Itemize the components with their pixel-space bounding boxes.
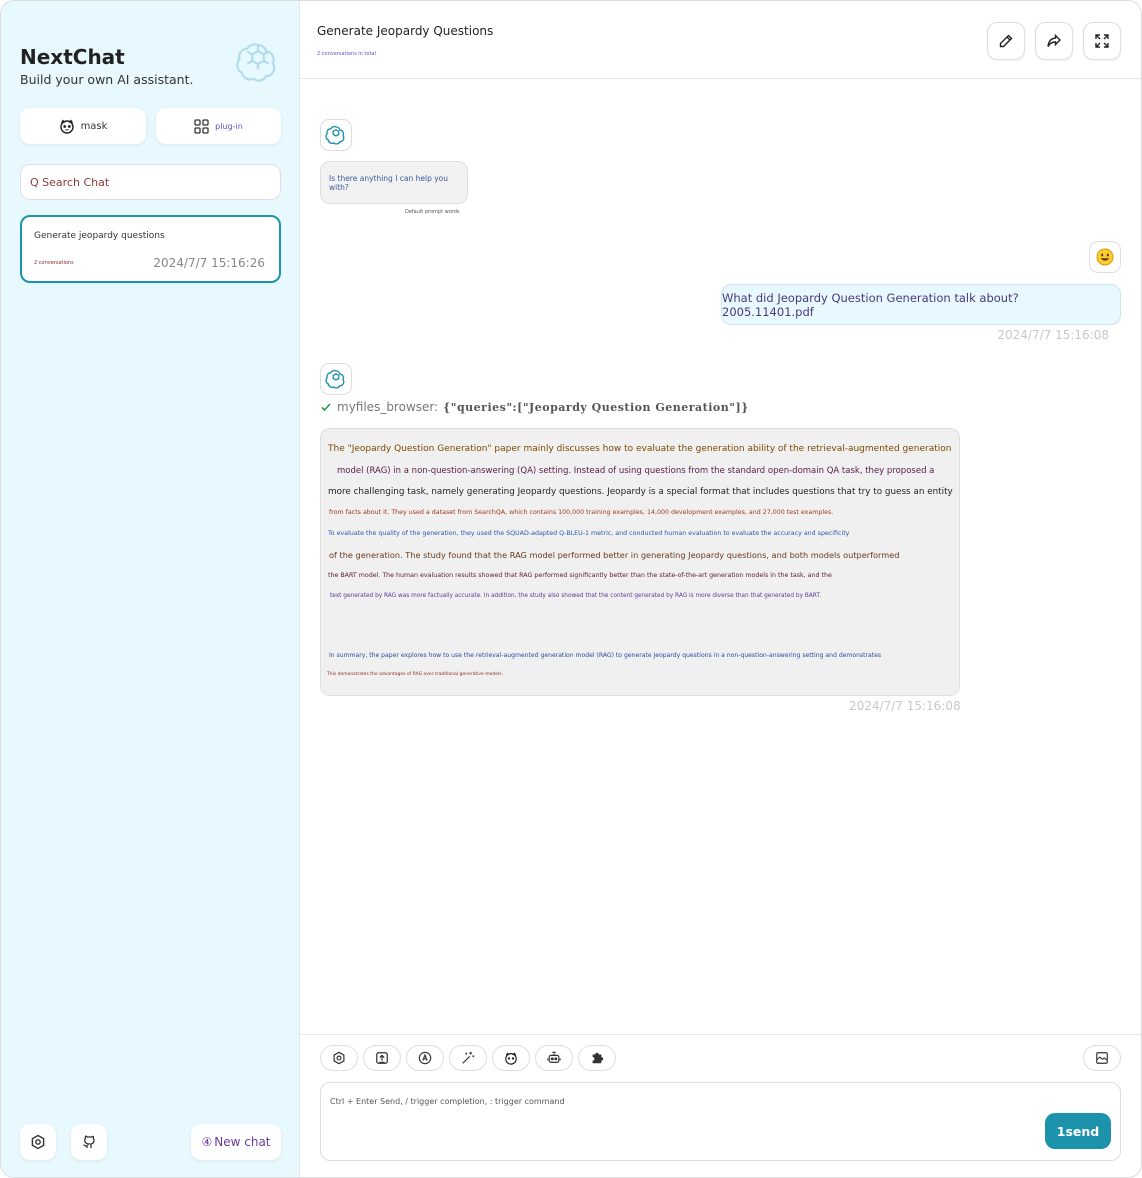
share-button[interactable] (1035, 22, 1073, 60)
bot-message: The "Jeopardy Question Generation" paper… (320, 428, 960, 696)
share-icon (1046, 33, 1062, 49)
settings-button[interactable] (20, 1124, 56, 1160)
tool-query: {"queries":["Jeopardy Question Generatio… (443, 400, 749, 414)
bot-message-line: of the generation. The study found that … (329, 550, 900, 560)
input-area: Ctrl + Enter Send, / trigger completion,… (300, 1034, 1141, 1177)
new-chat-button[interactable]: ④ New chat (191, 1124, 281, 1160)
mask-tool-button[interactable] (492, 1045, 530, 1071)
image-icon (1095, 1051, 1109, 1065)
sidebar: NextChat Build your own AI assistant. ma… (1, 1, 300, 1177)
puzzle-icon (590, 1051, 604, 1065)
chat-item-title: Generate jeopardy questions (34, 231, 165, 241)
bot-message-line: the BART model. The human evaluation res… (328, 572, 832, 579)
send-button[interactable]: 1send (1045, 1113, 1111, 1149)
robot-icon (547, 1051, 561, 1065)
upload-icon (375, 1051, 389, 1065)
settings-icon (30, 1134, 46, 1150)
bot-avatar (320, 363, 352, 395)
bot-message-line: text generated by RAG was more factually… (330, 593, 822, 599)
brand-subtitle: Build your own AI assistant. (20, 72, 194, 87)
bot-message-date: 2024/7/7 15:16:08 (849, 699, 961, 713)
theme-tool-button[interactable] (406, 1045, 444, 1071)
edit-button[interactable] (987, 22, 1025, 60)
plugin-tool-button[interactable] (578, 1045, 616, 1071)
bot-message-line: In summary, the paper explores how to us… (329, 652, 882, 659)
chat-list-item[interactable]: Generate jeopardy questions 2 conversati… (20, 215, 281, 283)
system-message-note: Default prompt words (405, 209, 460, 215)
smiley-icon (1095, 247, 1115, 267)
plugin-button[interactable]: plug-in (156, 108, 281, 144)
message-input[interactable]: Ctrl + Enter Send, / trigger completion,… (320, 1082, 1121, 1161)
user-message-date: 2024/7/7 15:16:08 (997, 328, 1109, 342)
settings-tool-button[interactable] (320, 1045, 358, 1071)
edit-icon (998, 33, 1014, 49)
text-icon (418, 1051, 432, 1065)
bot-message-line: model (RAG) in a non-question-answering … (337, 466, 935, 476)
prompt-tool-button[interactable] (449, 1045, 487, 1071)
chat-subtitle: 2 conversations in total (317, 51, 376, 57)
chat-item-date: 2024/7/7 15:16:26 (153, 256, 265, 270)
fullscreen-icon (1094, 33, 1110, 49)
user-message: What did Jeopardy Question Generation ta… (721, 284, 1121, 325)
chat-panel: Generate Jeopardy Questions 2 conversati… (300, 1, 1141, 1177)
openai-logo-icon (325, 368, 347, 390)
upload-tool-button[interactable] (363, 1045, 401, 1071)
bot-avatar (320, 119, 352, 151)
fullscreen-button[interactable] (1083, 22, 1121, 60)
brand-title: NextChat (20, 45, 125, 69)
tool-call: myfiles_browser: {"queries":["Jeopardy Q… (320, 400, 749, 414)
plugin-label: plug-in (215, 121, 243, 131)
chat-header: Generate Jeopardy Questions 2 conversati… (300, 1, 1141, 79)
chat-item-count: 2 conversations (34, 260, 74, 266)
system-message: Is there anything I can help you with? (320, 161, 468, 204)
tool-name: myfiles_browser: (337, 400, 439, 414)
magic-wand-icon (461, 1051, 475, 1065)
app-window: NextChat Build your own AI assistant. ma… (0, 0, 1142, 1178)
plugin-grid-icon (194, 118, 209, 134)
search-input[interactable]: Q Search Chat (20, 164, 281, 200)
bot-message-line: more challenging task, namely generating… (328, 487, 953, 497)
user-avatar (1089, 241, 1121, 273)
mask-button[interactable]: mask (20, 108, 146, 144)
mask-icon (59, 118, 75, 134)
image-tool-button[interactable] (1083, 1045, 1121, 1071)
github-icon (81, 1134, 97, 1150)
bot-message-line: from facts about it. They used a dataset… (329, 509, 834, 516)
bot-message-line: This demonstrates the advantages of RAG … (327, 672, 504, 677)
settings-icon (332, 1051, 346, 1065)
check-icon (320, 401, 332, 413)
openai-logo-icon (235, 39, 281, 85)
mask-icon (504, 1051, 518, 1065)
robot-tool-button[interactable] (535, 1045, 573, 1071)
new-chat-label: New chat (214, 1135, 271, 1149)
github-button[interactable] (71, 1124, 107, 1160)
openai-logo-icon (325, 124, 347, 146)
bot-message-line: The "Jeopardy Question Generation" paper… (328, 444, 952, 454)
bot-message-line: To evaluate the quality of the generatio… (328, 530, 850, 537)
mask-label: mask (80, 120, 108, 132)
chat-title: Generate Jeopardy Questions (317, 24, 494, 38)
new-chat-prefix: ④ (201, 1135, 213, 1149)
